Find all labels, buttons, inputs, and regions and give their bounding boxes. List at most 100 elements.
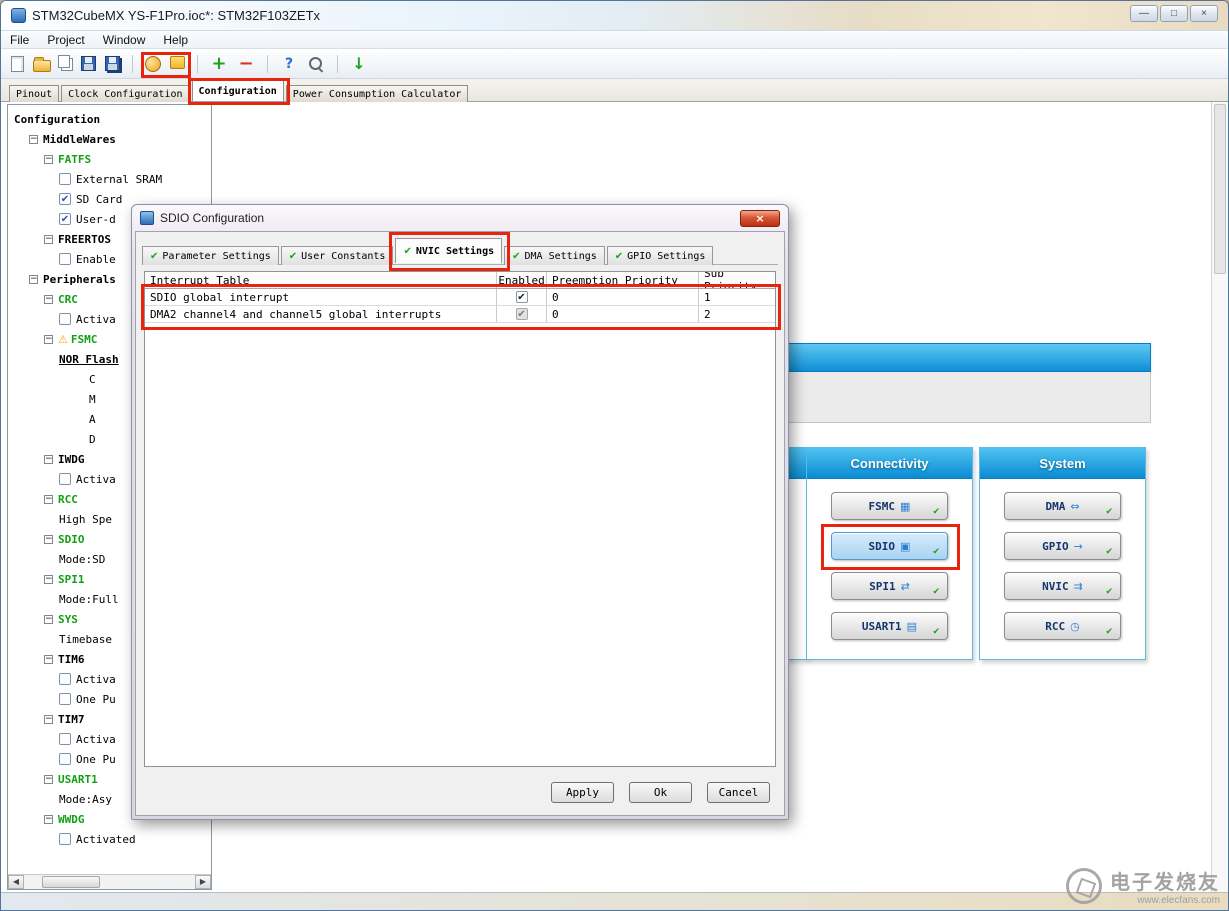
interrupt-row[interactable]: SDIO global interrupt✔01	[145, 289, 775, 306]
expander-icon[interactable]: −	[44, 335, 53, 344]
expander-icon[interactable]: −	[44, 535, 53, 544]
tree-label: Enable	[76, 253, 116, 266]
expander-icon[interactable]: −	[29, 135, 38, 144]
tree-horizontal-scrollbar[interactable]	[8, 874, 211, 889]
add-icon[interactable]: +	[210, 55, 228, 73]
search-icon[interactable]	[307, 55, 325, 73]
help-icon[interactable]: ?	[280, 55, 298, 73]
tree-label: Mode:Full	[59, 593, 119, 606]
tree-label: TIM7	[58, 713, 85, 726]
scroll-thumb[interactable]	[42, 876, 100, 888]
expander-icon[interactable]: −	[29, 275, 38, 284]
close-button[interactable]: ×	[1190, 5, 1218, 22]
tree-checkbox[interactable]	[59, 253, 71, 265]
expander-icon[interactable]: −	[44, 615, 53, 624]
vertical-scroll-thumb[interactable]	[1214, 104, 1226, 274]
tree-item-external-sram[interactable]: External SRAM	[10, 169, 209, 189]
tree-item-middlewares[interactable]: −MiddleWares	[10, 129, 209, 149]
tab-clock-configuration[interactable]: Clock Configuration	[61, 85, 189, 103]
minimize-button[interactable]: —	[1130, 5, 1158, 22]
tree-label: Timebase	[59, 633, 112, 646]
tree-item-activated[interactable]: Activated	[10, 829, 209, 849]
cancel-button[interactable]: Cancel	[707, 782, 770, 803]
vertical-scrollbar[interactable]	[1211, 102, 1228, 892]
dialog-tab-gpio-settings[interactable]: ✔GPIO Settings	[607, 246, 714, 265]
menu-project[interactable]: Project	[38, 32, 93, 48]
dialog-tab-dma-settings[interactable]: ✔DMA Settings	[504, 246, 605, 265]
components-icon[interactable]	[170, 56, 185, 69]
expander-icon[interactable]: −	[44, 655, 53, 664]
menu-help[interactable]: Help	[154, 32, 197, 48]
fsmc-icon: ▦	[900, 500, 910, 513]
tree-checkbox[interactable]	[59, 693, 71, 705]
tree-label: SPI1	[58, 573, 85, 586]
scroll-left-arrow-icon[interactable]	[8, 875, 24, 889]
titlebar[interactable]: STM32CubeMX YS-F1Pro.ioc*: STM32F103ZETx…	[1, 1, 1228, 31]
save-icon[interactable]	[81, 56, 96, 71]
expander-icon[interactable]: −	[44, 295, 53, 304]
usart1-button[interactable]: USART1▤✔	[831, 612, 948, 640]
dialog-tab-parameter-settings[interactable]: ✔Parameter Settings	[142, 246, 279, 265]
menu-window[interactable]: Window	[94, 32, 155, 48]
spi1-button[interactable]: SPI1⇄✔	[831, 572, 948, 600]
expander-icon[interactable]: −	[44, 155, 53, 164]
sub-priority-cell[interactable]: 2	[699, 306, 775, 322]
tree-checkbox[interactable]	[59, 753, 71, 765]
expander-icon[interactable]: −	[44, 455, 53, 464]
tree-label: One Pu	[76, 693, 116, 706]
apply-button[interactable]: Apply	[551, 782, 614, 803]
open-file-icon[interactable]	[33, 60, 51, 72]
dialog-body: ✔Parameter Settings✔User Constants✔NVIC …	[135, 231, 785, 816]
enabled-checkbox[interactable]: ✔	[516, 291, 528, 303]
expander-icon[interactable]: −	[44, 715, 53, 724]
expander-icon[interactable]: −	[44, 815, 53, 824]
save-all-icon[interactable]	[105, 56, 120, 71]
scroll-track[interactable]	[24, 875, 195, 889]
tree-checkbox[interactable]	[59, 313, 71, 325]
preemption-priority-cell[interactable]: 0	[547, 306, 699, 322]
tree-checkbox[interactable]	[59, 473, 71, 485]
scroll-right-arrow-icon[interactable]	[195, 875, 211, 889]
expander-icon[interactable]: −	[44, 495, 53, 504]
copy-icon[interactable]	[58, 55, 70, 68]
dialog-titlebar[interactable]: SDIO Configuration	[132, 205, 788, 231]
tree-checkbox[interactable]	[59, 833, 71, 845]
maximize-button[interactable]: □	[1160, 5, 1188, 22]
preemption-priority-cell[interactable]: 0	[547, 289, 699, 305]
new-file-icon[interactable]	[11, 56, 24, 72]
toolbar-separator	[267, 55, 268, 73]
tab-configuration[interactable]: Configuration	[192, 80, 284, 101]
ok-button[interactable]: Ok	[629, 782, 692, 803]
plugins-icon[interactable]	[145, 56, 161, 72]
expander-icon[interactable]: −	[44, 575, 53, 584]
sub-priority-cell[interactable]: 1	[699, 289, 775, 305]
tree-label: C	[89, 373, 96, 386]
dialog-tab-nvic-settings[interactable]: ✔NVIC Settings	[395, 238, 502, 263]
tab-power-consumption-calculator[interactable]: Power Consumption Calculator	[286, 85, 469, 103]
tree-checkbox[interactable]: ✔	[59, 213, 71, 225]
fsmc-button[interactable]: FSMC▦✔	[831, 492, 948, 520]
tree-label: Mode:SD	[59, 553, 105, 566]
tree-item-configuration[interactable]: Configuration	[10, 109, 209, 129]
menu-bar: FileProjectWindowHelp	[1, 31, 1228, 49]
check-icon: ✔	[1105, 547, 1113, 557]
dma-button[interactable]: DMA⇔✔	[1004, 492, 1121, 520]
interrupt-row[interactable]: DMA2 channel4 and channel5 global interr…	[145, 306, 775, 323]
tab-pinout[interactable]: Pinout	[9, 85, 59, 103]
dialog-tab-user-constants[interactable]: ✔User Constants	[281, 246, 394, 265]
gpio-button[interactable]: GPIO→✔	[1004, 532, 1121, 560]
dialog-close-button[interactable]	[740, 210, 780, 227]
remove-icon[interactable]: −	[237, 55, 255, 73]
tree-item-fatfs[interactable]: −FATFS	[10, 149, 209, 169]
tree-checkbox[interactable]	[59, 673, 71, 685]
sdio-button[interactable]: SDIO▣✔	[831, 532, 948, 560]
tree-checkbox[interactable]: ✔	[59, 193, 71, 205]
expander-icon[interactable]: −	[44, 235, 53, 244]
expander-icon[interactable]: −	[44, 775, 53, 784]
menu-file[interactable]: File	[1, 32, 38, 48]
generate-code-icon[interactable]: ↓	[350, 55, 368, 73]
rcc-button[interactable]: RCC◷✔	[1004, 612, 1121, 640]
nvic-button[interactable]: NVIC⇉✔	[1004, 572, 1121, 600]
tree-checkbox[interactable]	[59, 733, 71, 745]
tree-checkbox[interactable]	[59, 173, 71, 185]
